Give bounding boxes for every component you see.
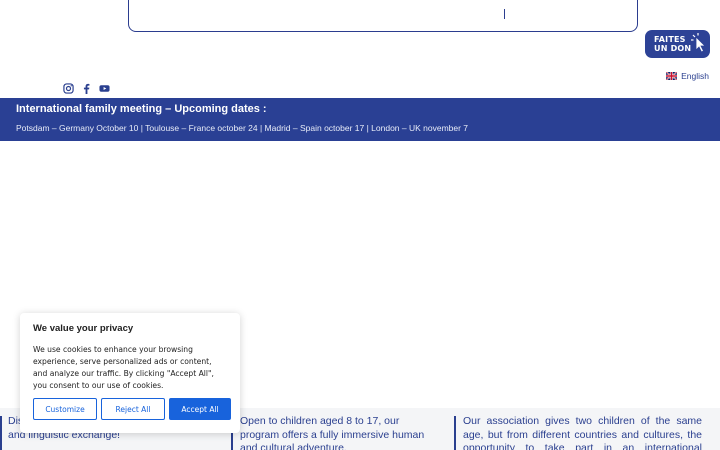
text-caret xyxy=(504,9,505,19)
cookie-body: We use cookies to enhance your browsing … xyxy=(33,345,214,390)
cookie-buttons: Customize Reject All Accept All xyxy=(33,398,231,420)
feature-divider xyxy=(454,416,456,450)
feature-divider xyxy=(0,416,2,450)
banner-dates: Potsdam – Germany October 10 | Toulouse … xyxy=(16,123,469,133)
language-label: English xyxy=(681,71,709,81)
cookie-title: We value your privacy xyxy=(33,323,134,334)
language-switcher[interactable]: English xyxy=(666,71,709,81)
donate-button[interactable]: FAITES UN DON xyxy=(645,30,710,58)
feature-text-3: Our association gives two children of th… xyxy=(463,415,702,450)
social-links xyxy=(63,83,110,94)
youtube-icon[interactable] xyxy=(99,83,110,94)
banner-title: International family meeting – Upcoming … xyxy=(16,103,267,115)
pointer-icon xyxy=(691,33,706,53)
uk-flag-icon xyxy=(666,72,678,80)
page: FAITES UN DON English International fami… xyxy=(0,0,720,450)
search-box[interactable] xyxy=(128,0,638,32)
donate-line1: FAITES xyxy=(654,35,686,44)
reject-all-button[interactable]: Reject All xyxy=(101,398,165,420)
customize-button[interactable]: Customize xyxy=(33,398,97,420)
instagram-icon[interactable] xyxy=(63,83,74,94)
feature-text-2: Open to children aged 8 to 17, our progr… xyxy=(240,415,425,450)
cookie-consent-dialog: We value your privacy We use cookies to … xyxy=(20,313,240,433)
facebook-icon[interactable] xyxy=(81,83,92,94)
accept-all-button[interactable]: Accept All xyxy=(169,398,231,420)
announcement-banner: International family meeting – Upcoming … xyxy=(0,98,720,141)
